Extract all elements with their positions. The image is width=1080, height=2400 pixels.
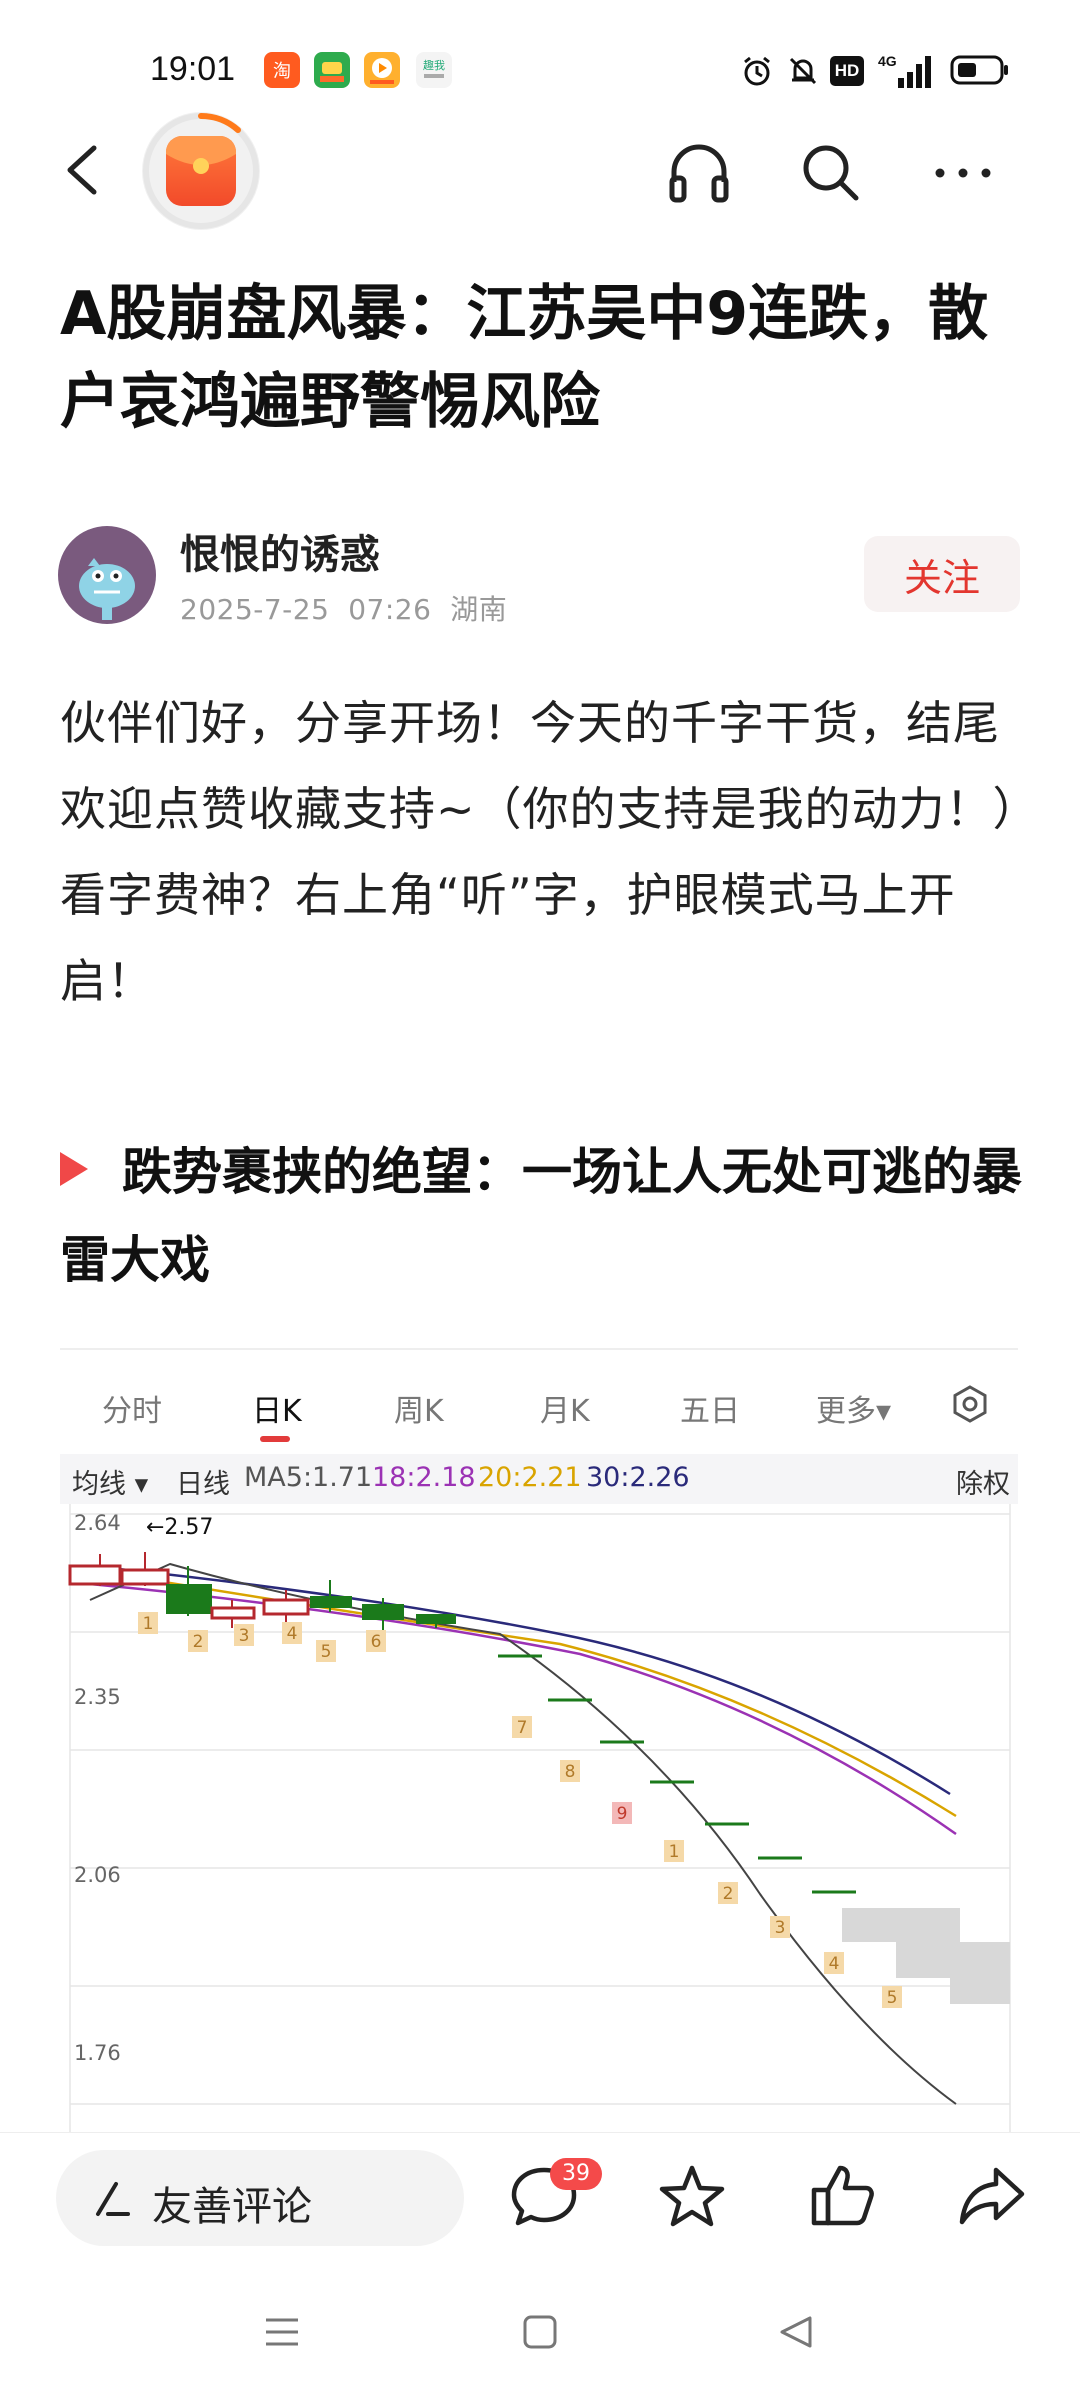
y-tick: 2.06 [74, 1863, 121, 1887]
avatar[interactable] [58, 526, 156, 624]
day-marker-label: 2 [193, 1632, 204, 1652]
day-marker-label: 6 [371, 1632, 382, 1652]
publish-date: 2025-7-25 [180, 593, 330, 626]
day-marker-label: 3 [239, 1626, 250, 1646]
day-marker-label: 8 [565, 1762, 576, 1782]
author-name[interactable]: 恨恨的诱惑 [180, 522, 380, 580]
ma5-line [89, 1562, 957, 2105]
day-marker-label: 5 [321, 1642, 332, 1662]
candles [68, 1552, 912, 1930]
search-icon[interactable] [796, 138, 866, 208]
candle-up [210, 1606, 256, 1620]
hd-icon: HD [830, 56, 864, 86]
headphones-icon[interactable] [664, 138, 734, 208]
price-cluster-block [842, 1908, 960, 1942]
alarm-icon [740, 54, 774, 88]
share-icon[interactable] [956, 2160, 1028, 2232]
candle-up [262, 1598, 310, 1616]
y-tick: 2.35 [74, 1685, 121, 1709]
y-tick: 2.64 [74, 1511, 121, 1535]
tab-zhouk: 周K [394, 1394, 444, 1429]
ma-selector: 均线 ▾ [72, 1469, 149, 1500]
pen-icon [92, 2178, 132, 2218]
tab-yuek: 月K [540, 1394, 590, 1429]
publish-meta: 2025-7-25 07:26 湖南 [180, 588, 507, 628]
day-marker-label: 9 [617, 1804, 628, 1824]
day-marker-label: 4 [287, 1624, 298, 1644]
y-tick: 1.76 [74, 2041, 121, 2065]
section-title: 跌势裹挟的绝望：一场让人无处可逃的暴雷大戏 [60, 1143, 1022, 1289]
hexagon-settings-icon [950, 1384, 990, 1424]
day-marker-label: 2 [723, 1884, 734, 1904]
ma30-line [89, 1564, 951, 1796]
tab-rik: 日K [252, 1394, 302, 1429]
tab-more: 更多▾ [816, 1394, 892, 1429]
day-marker-label: 1 [669, 1842, 680, 1862]
ma18-value: 18:2.18 [372, 1462, 476, 1493]
home-icon[interactable] [520, 2312, 560, 2352]
ma-period: 日线 [176, 1469, 230, 1500]
star-icon[interactable] [656, 2160, 728, 2232]
taobao-icon: 淘 [264, 52, 300, 88]
more-icon[interactable] [928, 138, 998, 208]
svg-text:趣我: 趣我 [423, 58, 445, 72]
news-app-icon: 趣我 [416, 52, 452, 88]
svg-text:淘: 淘 [273, 61, 291, 82]
candle-down [166, 1584, 212, 1614]
comment-count-badge: 39 [550, 2158, 602, 2190]
day-marker-label: 1 [143, 1614, 154, 1634]
back-icon[interactable] [58, 140, 118, 200]
ma18-line [89, 1582, 957, 1836]
status-time: 19:01 [150, 50, 236, 88]
candle-up [68, 1564, 122, 1586]
kline-plot: 2.64 2.35 2.06 1.76 ←2.57 1 2 3 4 5 6 7 … [68, 1504, 1011, 2134]
intro-paragraph: 伙伴们好，分享开场！今天的千字干货，结尾欢迎点赞收藏支持~（你的支持是我的动力！… [60, 696, 1017, 1008]
stock-chart-image[interactable]: 分时 日K 周K 月K 五日 更多▾ 均线 ▾ 日线 MA5:1.71 18:2… [60, 1348, 1018, 2134]
ma30-value: 30:2.26 [586, 1462, 690, 1493]
ma5-value: MA5:1.71 [244, 1462, 373, 1493]
follow-button[interactable]: 关注 [864, 536, 1020, 612]
high-label: ←2.57 [146, 1515, 213, 1540]
price-cluster-block [950, 1978, 1010, 2004]
day-marker-label: 4 [829, 1954, 840, 1974]
price-cluster-block [896, 1942, 1010, 1978]
ma-legend-row: 均线 ▾ 日线 MA5:1.71 18:2.18 20:2.21 30:2.26… [60, 1454, 1018, 1504]
menu-icon[interactable] [262, 2312, 302, 2352]
comment-placeholder: 友善评论 [152, 2184, 312, 2230]
day-marker-label: 3 [775, 1918, 786, 1938]
publish-time: 07:26 [348, 593, 432, 626]
active-tab-indicator [260, 1436, 290, 1442]
red-packet-icon [166, 136, 236, 206]
svg-text:4G: 4G [878, 53, 897, 69]
candle-down [310, 1596, 352, 1608]
like-icon[interactable] [806, 2160, 878, 2232]
candle-up [120, 1568, 170, 1586]
publish-location: 湖南 [450, 593, 508, 626]
candle-down [416, 1614, 456, 1624]
battery-icon [950, 54, 1010, 86]
4g-signal-icon: 4G [876, 52, 932, 90]
candle-down [362, 1604, 404, 1620]
article-title: A股崩盘风暴：江苏吴中9连跌，散户哀鸿遍野警惕风险 [60, 279, 989, 437]
day-marker-label: 5 [887, 1988, 898, 2008]
tab-fenshi: 分时 [102, 1394, 162, 1429]
ma20-value: 20:2.21 [478, 1462, 582, 1493]
day-marker-label: 7 [517, 1718, 528, 1738]
game-app-icon [314, 52, 350, 88]
video-app-icon [364, 52, 400, 88]
mute-icon [786, 54, 820, 88]
back-triangle-icon[interactable] [776, 2312, 816, 2352]
adjust-label: 除权 [956, 1469, 1010, 1500]
tab-wuri: 五日 [680, 1394, 740, 1429]
